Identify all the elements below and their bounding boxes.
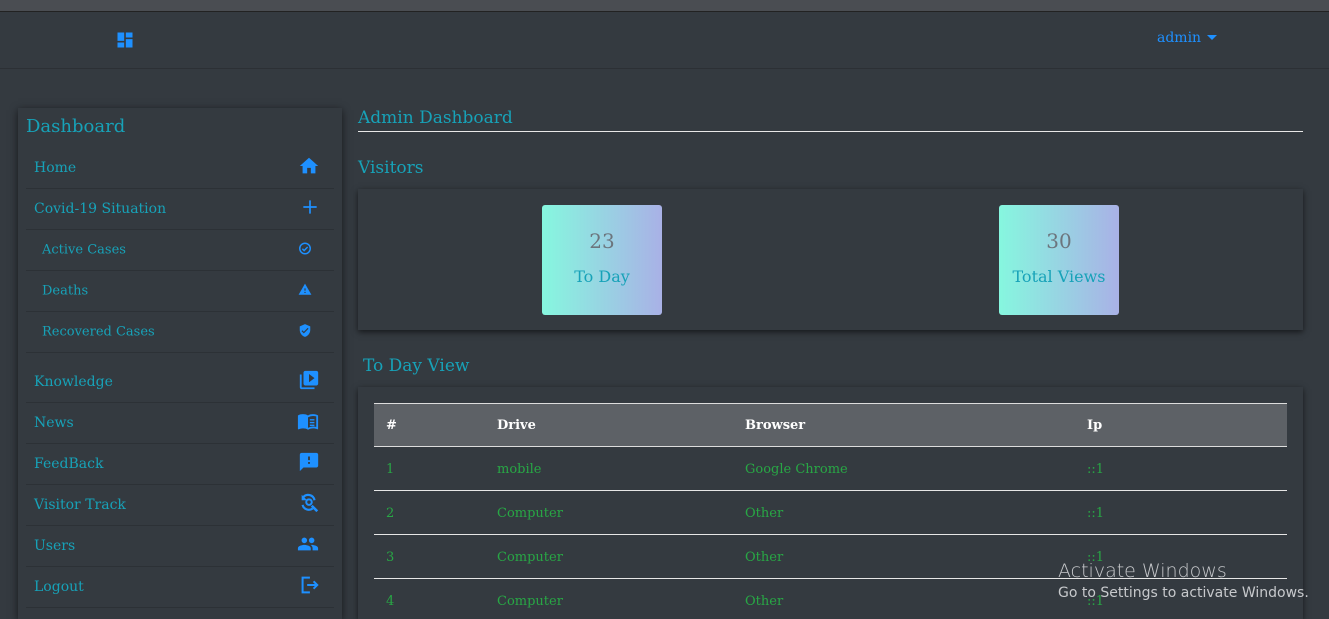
cell-number: 4 bbox=[386, 594, 395, 609]
stat-label: Total Views bbox=[1012, 267, 1106, 286]
table-header: # Drive Browser Ip bbox=[374, 403, 1287, 447]
book-open-icon bbox=[296, 410, 320, 436]
admin-dropdown[interactable]: admin bbox=[1157, 30, 1218, 46]
stat-value: 23 bbox=[589, 229, 615, 253]
cell-number: 2 bbox=[386, 506, 395, 521]
visitors-title: Visitors bbox=[358, 158, 424, 178]
sidebar-item-deaths[interactable]: Deaths bbox=[26, 271, 334, 312]
sidebar-item-covid-situation[interactable]: Covid-19 Situation bbox=[26, 189, 334, 230]
browser-top-strip bbox=[0, 0, 1329, 12]
admin-label: admin bbox=[1157, 30, 1202, 46]
cell-browser: Other bbox=[745, 594, 784, 609]
cell-ip: ::1 bbox=[1087, 506, 1105, 521]
sidebar-item-label: Covid-19 Situation bbox=[34, 201, 167, 217]
sidebar-item-label: Recovered Cases bbox=[42, 324, 155, 340]
video-library-icon bbox=[298, 369, 320, 395]
stat-card-total-views: 30 Total Views bbox=[999, 205, 1119, 315]
cell-number: 1 bbox=[386, 462, 395, 477]
sidebar-item-label: Knowledge bbox=[34, 374, 113, 390]
stat-value: 30 bbox=[1046, 229, 1072, 253]
cell-drive: Computer bbox=[497, 506, 563, 521]
sidebar-item-visitor-track[interactable]: Visitor Track bbox=[26, 485, 334, 526]
header-browser: Browser bbox=[745, 418, 806, 433]
table-row: 1 mobile Google Chrome ::1 bbox=[374, 447, 1287, 491]
sidebar-item-home[interactable]: Home bbox=[26, 148, 334, 189]
sidebar-item-logout[interactable]: Logout bbox=[26, 567, 334, 608]
sidebar-item-label: Users bbox=[34, 538, 76, 554]
sidebar-item-label: Visitor Track bbox=[34, 497, 126, 513]
sidebar-item-label: Active Cases bbox=[42, 242, 126, 258]
logout-icon bbox=[298, 574, 320, 600]
sidebar-item-recovered-cases[interactable]: Recovered Cases bbox=[26, 312, 334, 353]
watermark-title: Activate Windows bbox=[1058, 560, 1227, 582]
sidebar-item-label: Home bbox=[34, 160, 77, 176]
stat-label: To Day bbox=[574, 267, 630, 286]
check-circle-icon bbox=[298, 241, 312, 260]
shield-check-icon bbox=[298, 323, 312, 342]
header-number: # bbox=[386, 418, 397, 433]
cell-drive: Computer bbox=[497, 594, 563, 609]
activate-windows-watermark: Activate Windows Go to Settings to activ… bbox=[1058, 560, 1309, 601]
watermark-subtitle: Go to Settings to activate Windows. bbox=[1058, 585, 1309, 601]
caret-down-icon bbox=[1207, 34, 1218, 40]
cell-number: 3 bbox=[386, 550, 395, 565]
sidebar-item-feedback[interactable]: FeedBack bbox=[26, 444, 334, 485]
sidebar-item-knowledge[interactable]: Knowledge bbox=[26, 362, 334, 403]
header-ip: Ip bbox=[1087, 418, 1103, 433]
cell-drive: Computer bbox=[497, 550, 563, 565]
stat-card-today: 23 To Day bbox=[542, 205, 662, 315]
sidebar-item-label: Deaths bbox=[42, 283, 89, 299]
warning-icon bbox=[298, 282, 312, 301]
sidebar: Dashboard Home Covid-19 Situation Active… bbox=[18, 108, 342, 619]
sidebar-item-news[interactable]: News bbox=[26, 403, 334, 444]
header-drive: Drive bbox=[497, 418, 536, 433]
sidebar-title: Dashboard bbox=[26, 116, 126, 137]
sidebar-item-users[interactable]: Users bbox=[26, 526, 334, 567]
top-navbar: admin bbox=[0, 12, 1329, 69]
visitors-panel: 23 To Day 30 Total Views bbox=[358, 189, 1303, 330]
sidebar-item-label: Logout bbox=[34, 579, 84, 595]
title-divider bbox=[358, 131, 1303, 132]
dashboard-icon[interactable] bbox=[115, 30, 135, 50]
today-view-title: To Day View bbox=[363, 356, 470, 376]
cell-browser: Other bbox=[745, 550, 784, 565]
cell-drive: mobile bbox=[497, 462, 542, 477]
users-icon bbox=[296, 533, 320, 559]
table-row: 2 Computer Other ::1 bbox=[374, 491, 1287, 535]
sidebar-item-label: FeedBack bbox=[34, 456, 104, 472]
feedback-icon bbox=[298, 451, 320, 477]
page-title: Admin Dashboard bbox=[358, 108, 513, 128]
cell-ip: ::1 bbox=[1087, 462, 1105, 477]
cell-browser: Other bbox=[745, 506, 784, 521]
sidebar-item-label: News bbox=[34, 415, 74, 431]
plus-icon bbox=[300, 197, 320, 221]
home-icon bbox=[298, 155, 320, 181]
cell-browser: Google Chrome bbox=[745, 462, 848, 477]
search-refresh-icon bbox=[298, 492, 320, 518]
sidebar-item-active-cases[interactable]: Active Cases bbox=[26, 230, 334, 271]
